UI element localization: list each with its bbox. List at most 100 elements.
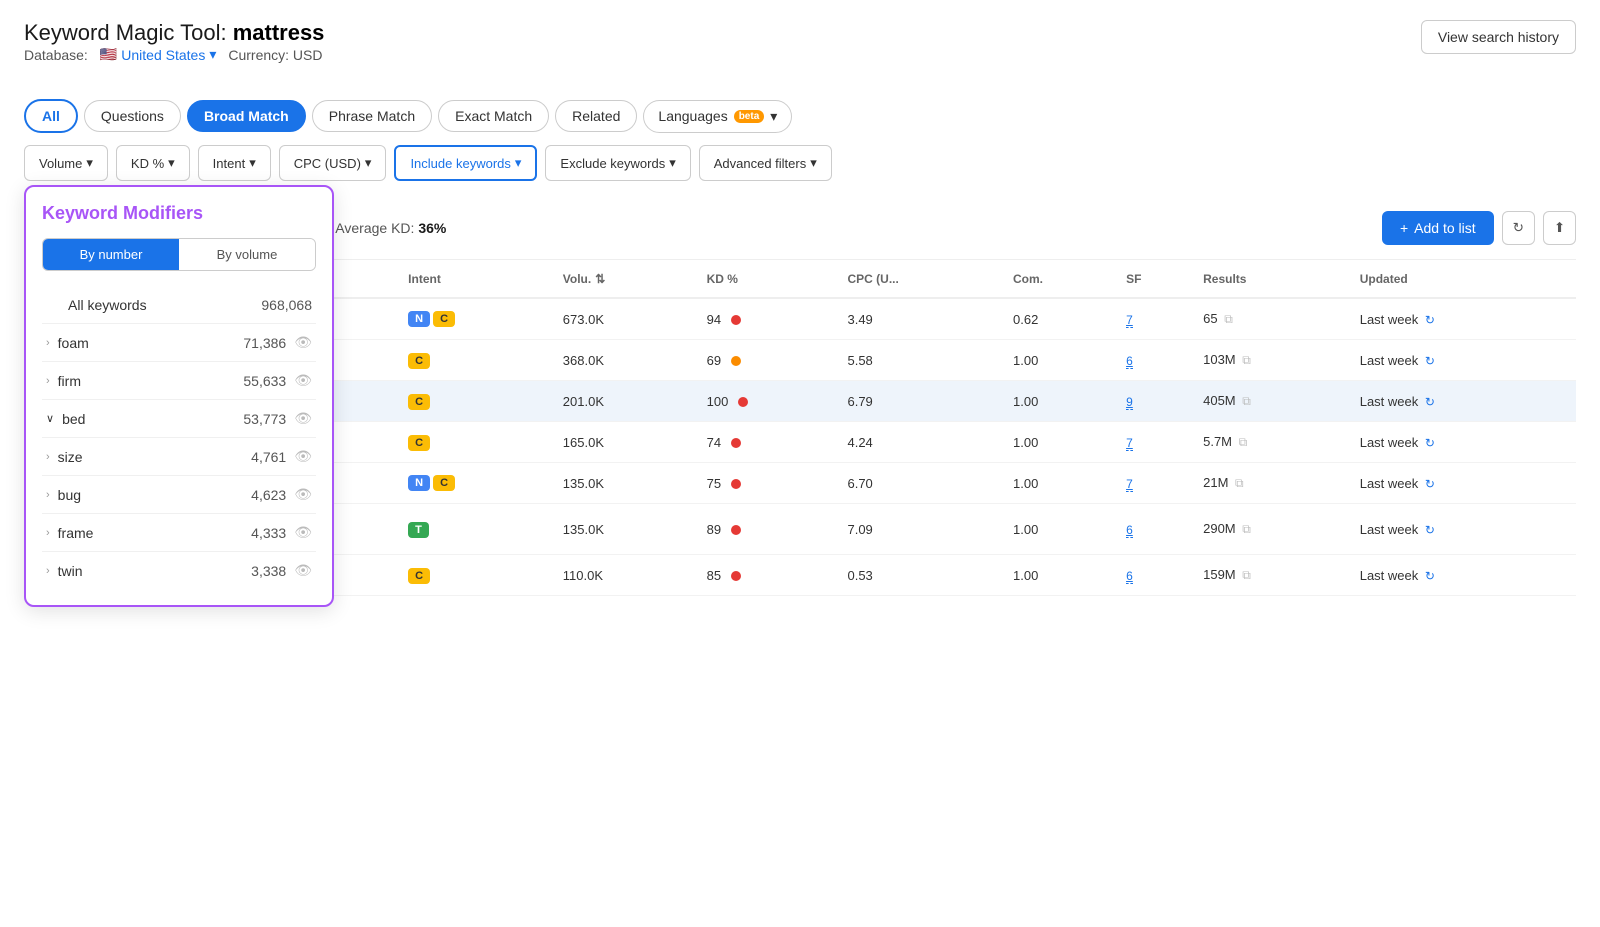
intent-badge-c: C	[408, 394, 430, 410]
kd-dot	[731, 525, 741, 535]
intent-badge-n: N	[408, 311, 430, 327]
kd-dot	[731, 315, 741, 325]
title-area: Keyword Magic Tool: mattress Database: 🇺…	[24, 20, 324, 83]
tab-questions[interactable]: Questions	[84, 100, 181, 132]
intent-badge-c: C	[408, 568, 430, 584]
country-name: United States	[121, 47, 205, 63]
results-icon: ⧉	[1242, 394, 1251, 408]
filter-cpc[interactable]: CPC (USD) ▾	[279, 145, 387, 181]
kd-dot	[731, 571, 741, 581]
filter-exclude-keywords[interactable]: Exclude keywords ▾	[545, 145, 690, 181]
chevron-right-icon: ›	[46, 527, 50, 539]
chevron-down-icon: ▾	[209, 46, 216, 63]
tabs-bar: All Questions Broad Match Phrase Match E…	[24, 99, 1576, 133]
th-com: Com.	[1005, 260, 1118, 298]
chevron-down-icon: ▾	[515, 155, 522, 171]
results-icon: ⧉	[1242, 353, 1251, 367]
stats-actions: + Add to list ↻ ⬆	[1382, 211, 1576, 245]
th-updated: Updated	[1352, 260, 1576, 298]
refresh-row-icon[interactable]: ↻	[1425, 569, 1435, 583]
languages-button[interactable]: Languages beta ▾	[643, 100, 792, 133]
eye-icon[interactable]: 👁	[294, 524, 312, 541]
languages-label: Languages	[658, 108, 727, 124]
kd-dot	[738, 397, 748, 407]
country-flag: 🇺🇸	[100, 46, 117, 63]
refresh-row-icon[interactable]: ↻	[1425, 354, 1435, 368]
filter-advanced[interactable]: Advanced filters ▾	[699, 145, 832, 181]
km-toggle-by-volume[interactable]: By volume	[179, 239, 315, 270]
sf-link[interactable]: 7	[1126, 313, 1133, 328]
header: Keyword Magic Tool: mattress Database: 🇺…	[24, 20, 1576, 83]
chevron-down-icon: ▾	[770, 108, 777, 125]
th-kd: KD %	[699, 260, 840, 298]
chevron-down-icon: ▾	[669, 155, 676, 171]
km-item-bug[interactable]: › bug 4,623 👁	[42, 476, 316, 514]
intent-badge-c: C	[433, 311, 455, 327]
eye-icon[interactable]: 👁	[294, 448, 312, 465]
km-toggle-group: By number By volume	[42, 238, 316, 271]
eye-icon[interactable]: 👁	[294, 562, 312, 579]
tab-all[interactable]: All	[24, 99, 78, 133]
km-item-foam[interactable]: › foam 71,386 👁	[42, 324, 316, 362]
view-history-button[interactable]: View search history	[1421, 20, 1576, 54]
eye-icon[interactable]: 👁	[294, 410, 312, 427]
intent-badge-c: C	[408, 353, 430, 369]
sf-link[interactable]: 6	[1126, 569, 1133, 584]
sf-link[interactable]: 6	[1126, 523, 1133, 538]
refresh-button[interactable]: ↻	[1502, 211, 1535, 245]
sf-link[interactable]: 6	[1126, 354, 1133, 369]
chevron-down-icon: ▾	[810, 155, 817, 171]
sf-link[interactable]: 7	[1126, 436, 1133, 451]
tab-exact-match[interactable]: Exact Match	[438, 100, 549, 132]
chevron-down-icon: ▾	[249, 155, 256, 171]
page-title: Keyword Magic Tool: mattress	[24, 20, 324, 46]
tab-broad-match[interactable]: Broad Match	[187, 100, 306, 132]
chevron-right-icon: ›	[46, 337, 50, 349]
plus-icon: +	[1400, 220, 1408, 236]
eye-icon[interactable]: 👁	[294, 334, 312, 351]
kd-dot	[731, 356, 741, 366]
sf-link[interactable]: 9	[1126, 395, 1133, 410]
filter-include-keywords[interactable]: Include keywords ▾	[394, 145, 537, 181]
results-icon: ⧉	[1242, 522, 1251, 536]
chevron-down-icon: ▾	[365, 155, 372, 171]
results-icon: ⧉	[1224, 312, 1233, 326]
refresh-row-icon[interactable]: ↻	[1425, 313, 1435, 327]
export-button[interactable]: ⬆	[1543, 211, 1576, 245]
filter-intent[interactable]: Intent ▾	[198, 145, 271, 181]
filter-volume[interactable]: Volume ▾	[24, 145, 108, 181]
sf-link[interactable]: 7	[1126, 477, 1133, 492]
eye-icon[interactable]: 👁	[294, 486, 312, 503]
keyword-modifiers-popup: Keyword Modifiers By number By volume Al…	[24, 185, 334, 607]
th-results: Results	[1195, 260, 1352, 298]
refresh-row-icon[interactable]: ↻	[1425, 523, 1435, 537]
export-icon: ⬆	[1554, 220, 1565, 235]
refresh-row-icon[interactable]: ↻	[1425, 477, 1435, 491]
tab-related[interactable]: Related	[555, 100, 637, 132]
subtitle: Database: 🇺🇸 United States ▾ Currency: U…	[24, 46, 324, 63]
database-selector[interactable]: 🇺🇸 United States ▾	[100, 46, 217, 63]
results-icon: ⧉	[1242, 568, 1251, 582]
keyword-modifiers-title: Keyword Modifiers	[42, 203, 316, 224]
th-volume[interactable]: Volu. ⇅	[555, 260, 699, 298]
km-item-firm[interactable]: › firm 55,633 👁	[42, 362, 316, 400]
th-intent: Intent	[400, 260, 555, 298]
filters-bar: Volume ▾ KD % ▾ Intent ▾ CPC (USD) ▾ Inc…	[24, 145, 1576, 181]
add-to-list-button[interactable]: + Add to list	[1382, 211, 1494, 245]
refresh-row-icon[interactable]: ↻	[1425, 395, 1435, 409]
refresh-row-icon[interactable]: ↻	[1425, 436, 1435, 450]
results-icon: ⧉	[1239, 435, 1248, 449]
km-item-frame[interactable]: › frame 4,333 👁	[42, 514, 316, 552]
km-item-size[interactable]: › size 4,761 👁	[42, 438, 316, 476]
beta-badge: beta	[734, 110, 765, 123]
km-item-bed[interactable]: ∨ bed 53,773 👁	[42, 400, 316, 438]
intent-badge-t: T	[408, 522, 429, 538]
km-item-twin[interactable]: › twin 3,338 👁	[42, 552, 316, 589]
tab-phrase-match[interactable]: Phrase Match	[312, 100, 432, 132]
filter-kd[interactable]: KD % ▾	[116, 145, 190, 181]
chevron-right-icon: ›	[46, 565, 50, 577]
eye-icon[interactable]: 👁	[294, 372, 312, 389]
km-toggle-by-number[interactable]: By number	[43, 239, 179, 270]
chevron-down-icon: ▾	[168, 155, 175, 171]
add-to-list-label: Add to list	[1414, 220, 1475, 236]
